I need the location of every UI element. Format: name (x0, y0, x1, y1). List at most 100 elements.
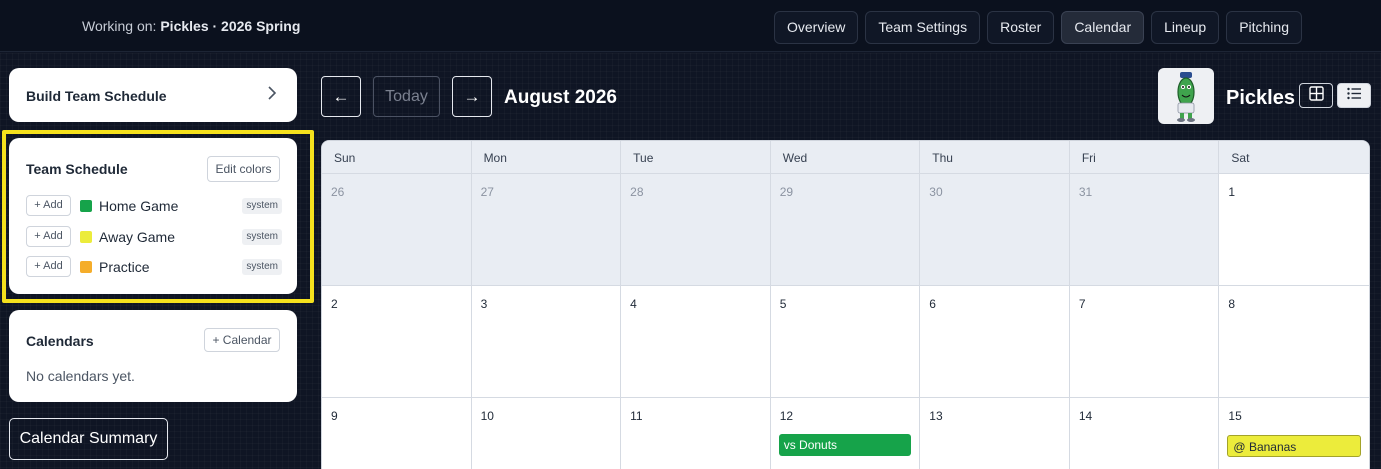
working-prefix: Working on: (82, 18, 161, 34)
day-number: 30 (929, 185, 943, 199)
system-badge: system (242, 259, 282, 275)
add-home-game-button[interactable]: + Add (26, 195, 71, 216)
chevron-right-icon (267, 85, 277, 105)
day-number: 9 (331, 409, 338, 423)
day-cell[interactable]: 1 (1219, 174, 1369, 286)
calendars-title: Calendars (26, 333, 94, 349)
day-number: 15 (1228, 409, 1242, 423)
event-type-row-home-game: + Add Home Game system (26, 195, 282, 217)
day-cell[interactable]: 31 (1069, 174, 1220, 286)
calendars-empty-text: No calendars yet. (26, 368, 135, 384)
weekday-sat: Sat (1231, 151, 1250, 165)
team-logo (1158, 68, 1214, 124)
day-cell[interactable]: 4 (621, 286, 771, 398)
day-number: 14 (1078, 409, 1093, 423)
day-cell[interactable]: 29 (770, 174, 921, 286)
day-number: 11 (630, 409, 643, 423)
event-type-row-practice: + Add Practice system (26, 256, 282, 278)
working-team: Pickles · 2026 Spring (160, 18, 301, 34)
edit-colors-button[interactable]: Edit colors (207, 156, 280, 182)
home-game-label: Home Game (99, 198, 179, 214)
day-number: 5 (779, 297, 787, 311)
calendars-card: Calendars + Calendar No calendars yet. (9, 310, 297, 402)
day-number: 3 (480, 297, 488, 311)
system-badge: system (242, 229, 282, 245)
calendar-summary-button[interactable]: Calendar Summary (9, 418, 168, 460)
practice-color-swatch (80, 261, 92, 273)
event-type-row-away-game: + Add Away Game system (26, 226, 282, 248)
day-number: 29 (779, 185, 794, 199)
day-cell[interactable]: 3 (471, 286, 622, 398)
month-grid-view-button[interactable] (1299, 83, 1333, 108)
day-number: 7 (1078, 297, 1086, 311)
day-number: 4 (630, 297, 637, 311)
build-team-schedule-label: Build Team Schedule (26, 88, 167, 104)
tab-overview[interactable]: Overview (774, 11, 859, 44)
day-number: 6 (929, 297, 936, 311)
practice-label: Practice (99, 259, 150, 275)
day-cell[interactable]: 28 (621, 174, 771, 286)
calendar-event[interactable]: vs Donuts (778, 434, 912, 456)
day-cell[interactable]: 6 (920, 286, 1070, 398)
day-cell[interactable]: 26 (322, 174, 472, 286)
day-cell[interactable]: 14 (1070, 398, 1220, 469)
add-away-game-button[interactable]: + Add (26, 226, 71, 247)
grid-icon (1308, 85, 1324, 106)
next-month-button[interactable]: → (452, 76, 492, 117)
tab-pitching[interactable]: Pitching (1226, 11, 1302, 44)
team-schedule-title: Team Schedule (26, 161, 128, 177)
day-number: 2 (331, 297, 338, 311)
team-schedule-card: Team Schedule Edit colors + Add Home Gam… (9, 138, 297, 294)
weekday-mon: Mon (472, 141, 622, 173)
day-cell[interactable]: 30 (920, 174, 1070, 286)
calendar-grid: 26 27 28 29 30 31 1 2 3 4 5 6 7 8 9 10 11 12 vs Donuts 13 14… (322, 174, 1369, 469)
day-cell[interactable]: 27 (471, 174, 622, 286)
day-cell[interactable]: 10 (472, 398, 622, 469)
build-team-schedule-button[interactable]: Build Team Schedule (9, 68, 297, 122)
weekday-fri: Fri (1070, 141, 1220, 173)
day-number: 13 (929, 409, 943, 423)
day-number: 8 (1228, 297, 1236, 311)
main-nav: Overview Team Settings Roster Calendar L… (774, 11, 1302, 44)
tab-roster[interactable]: Roster (987, 11, 1055, 44)
add-calendar-button[interactable]: + Calendar (204, 328, 280, 352)
working-on-label: Working on: Pickles · 2026 Spring (82, 18, 300, 34)
main-area: Build Team Schedule Team Schedule Edit c… (0, 53, 1381, 469)
day-cell[interactable]: 9 (322, 398, 472, 469)
away-game-color-swatch (80, 231, 92, 243)
list-icon (1346, 87, 1362, 105)
weekday-header: Sun Mon Tue Wed Thu Fri Sat (322, 141, 1369, 174)
tab-team-settings[interactable]: Team Settings (865, 11, 981, 44)
day-number: 28 (630, 185, 644, 199)
day-cell[interactable]: 8 (1219, 286, 1369, 398)
team-name: Pickles (1226, 87, 1295, 109)
day-cell[interactable]: 5 (770, 286, 921, 398)
day-cell[interactable]: 12 vs Donuts (771, 398, 921, 469)
day-cell[interactable]: 2 (322, 286, 472, 398)
today-button[interactable]: Today (373, 76, 440, 117)
day-cell[interactable]: 11 (621, 398, 771, 469)
day-number: 12 (779, 409, 794, 423)
weekday-thu: Thu (920, 141, 1070, 173)
weekday-tue: Tue (621, 141, 771, 173)
system-badge: system (242, 198, 282, 214)
day-number: 31 (1078, 185, 1093, 199)
day-number: 26 (331, 185, 345, 199)
tab-lineup[interactable]: Lineup (1151, 11, 1220, 44)
home-game-color-swatch (80, 200, 92, 212)
top-bar: Working on: Pickles · 2026 Spring Overvi… (0, 0, 1381, 52)
day-cell[interactable]: 15 @ Bananas (1219, 398, 1369, 469)
list-view-button[interactable] (1337, 83, 1371, 108)
tab-calendar[interactable]: Calendar (1061, 11, 1145, 44)
calendar-event[interactable]: @ Bananas (1227, 435, 1361, 457)
month-title: August 2026 (504, 87, 617, 108)
day-cell[interactable]: 7 (1069, 286, 1220, 398)
previous-month-button[interactable]: ← (321, 76, 361, 117)
away-game-label: Away Game (99, 229, 175, 245)
add-practice-button[interactable]: + Add (26, 256, 71, 277)
month-calendar: Sun Mon Tue Wed Thu Fri Sat 26 27 28 29 30 31… (321, 140, 1370, 469)
day-number: 27 (480, 185, 494, 199)
day-cell[interactable]: 13 (920, 398, 1070, 469)
day-number: 1 (1228, 185, 1236, 199)
weekday-sun: Sun (322, 141, 472, 173)
